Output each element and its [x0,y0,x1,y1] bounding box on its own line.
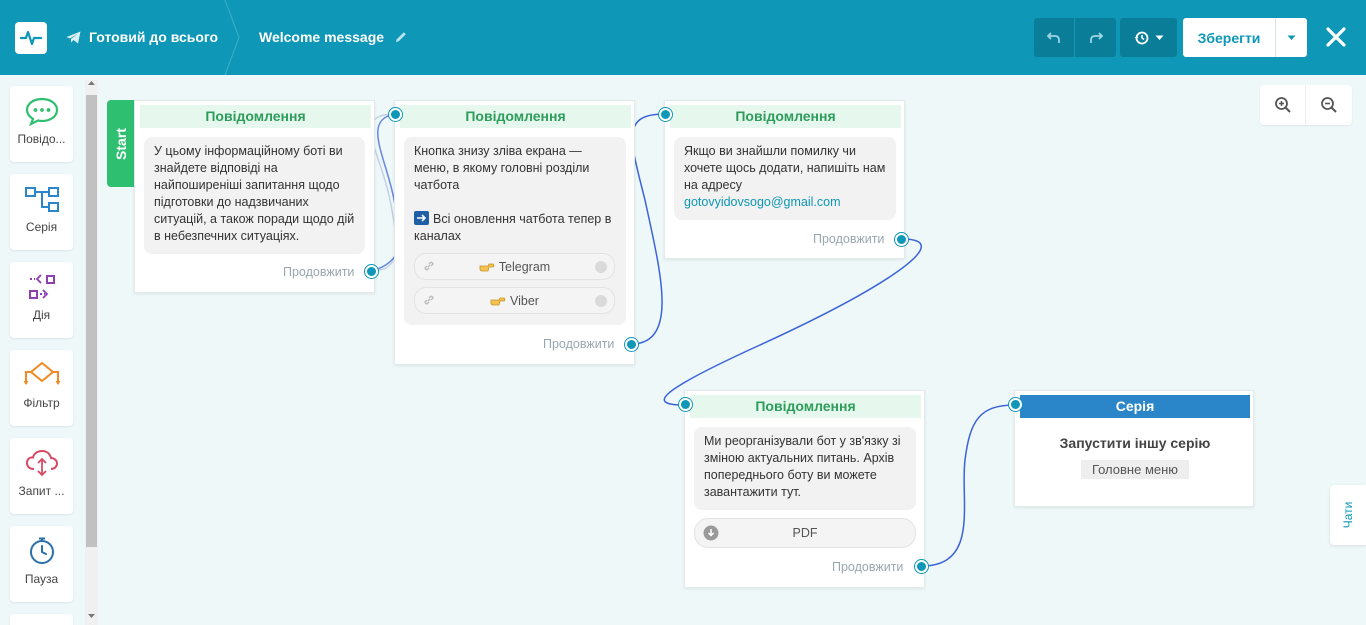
quick-reply-viber[interactable]: Viber [414,287,615,314]
message-text-line2: Всі оновлення чатбота тепер в каналах [414,212,612,243]
card-4-output-port[interactable] [915,560,928,573]
card-title: Повідомлення [690,395,921,418]
card-title: Повідомлення [140,105,371,128]
continue-label: Продовжити [543,337,615,351]
chats-tab[interactable]: Чати [1330,485,1366,545]
connections [370,113,1016,567]
arrow-right-icon [414,211,429,225]
continue-label: Продовжити [283,265,355,279]
zoom-in-button[interactable] [1260,85,1306,125]
message-text-line2-row: Всі оновлення чатбота тепер в каналах [414,211,616,245]
series-card-text: Запустити іншу серію [1059,435,1211,451]
zoom-in-icon [1274,97,1291,113]
message-text[interactable]: Якщо ви знайшли помилку чи хочете щось д… [674,137,896,220]
continue-label: Продовжити [832,560,904,574]
chats-tab-label: Чати [1341,501,1355,529]
continue-label: Продовжити [813,232,885,246]
card-title: Повідомлення [670,105,901,128]
card-1-output-port[interactable] [365,265,378,278]
quick-reply-telegram[interactable]: Telegram [414,253,615,280]
card-4-input-port[interactable] [679,398,692,411]
card-3-input-port[interactable] [659,108,672,121]
message-text[interactable]: У цьому інформаційному боті ви знайдете … [144,137,365,254]
button-label: Viber [510,293,539,308]
series-tag[interactable]: Головне меню [1081,460,1189,479]
start-label: Start [112,127,129,160]
link-icon [424,261,434,271]
card-title: Повідомлення [400,105,631,128]
button-port[interactable] [595,295,607,307]
message-body: Якщо ви знайшли помилку чи хочете щось д… [684,144,886,192]
message-card-4[interactable]: Повідомлення Ми реорганізували бот у зв'… [684,390,925,588]
message-card-2[interactable]: Повідомлення Кнопка знизу зліва екрана —… [394,100,635,365]
message-text[interactable]: Ми реорганізували бот у зв'язку зі зміно… [694,427,916,510]
message-card-1[interactable]: Повідомлення У цьому інформаційному боті… [134,100,375,293]
series-card-title: Серія [1020,395,1250,418]
zoom-out-button[interactable] [1306,85,1352,125]
button-label: Telegram [498,259,551,274]
email-link[interactable]: gotovyidovsogo@gmail.com [684,194,886,211]
pointing-hand-icon [479,263,494,271]
zoom-out-icon [1321,97,1337,113]
link-icon [424,295,434,305]
start-tab: Start [107,100,134,187]
message-card-3[interactable]: Повідомлення Якщо ви знайшли помилку чи … [664,100,905,259]
pdf-button[interactable]: PDF [694,518,916,548]
message-text-line1: Кнопка знизу зліва екрана — меню, в яком… [414,144,590,192]
series-card[interactable]: Серія Запустити іншу серію Головне меню [1014,390,1254,507]
pointing-hand-icon [490,297,506,305]
card-2-output-port[interactable] [625,338,638,351]
card-3-output-port[interactable] [895,233,908,246]
button-port[interactable] [595,261,607,273]
card-2-input-port[interactable] [389,108,402,121]
download-icon [703,525,719,541]
series-card-input-port[interactable] [1009,398,1022,411]
zoom-controls [1260,85,1352,125]
button-label: PDF [792,526,818,540]
